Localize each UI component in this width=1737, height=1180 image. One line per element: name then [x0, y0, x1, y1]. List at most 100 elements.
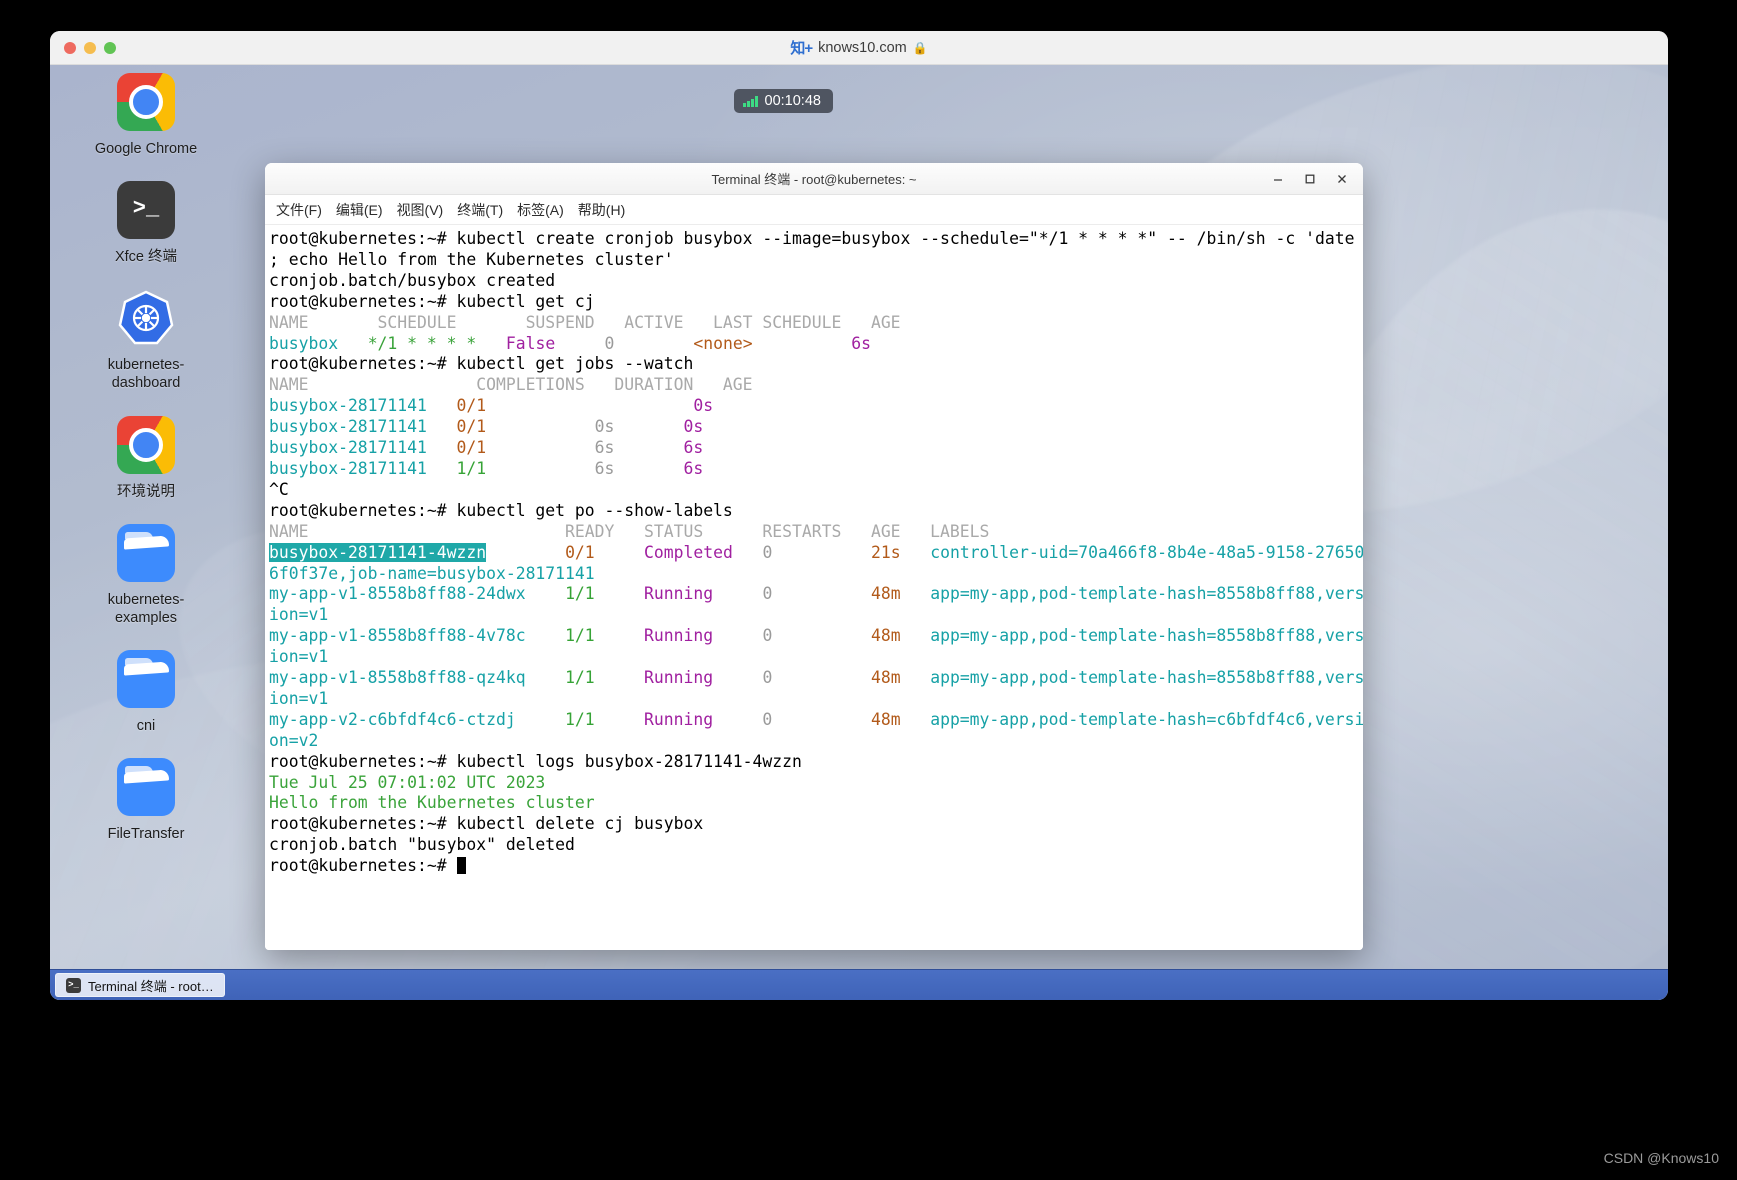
terminal-segment — [772, 584, 871, 603]
desktop-icon-google-chrome[interactable]: Google Chrome — [66, 73, 226, 158]
terminal-segment: controller-uid=70a466f8-8b4e-48a5-9158-2… — [930, 542, 1363, 562]
terminal-segment — [772, 626, 871, 645]
desktop-icon-label: FileTransfer — [107, 826, 185, 842]
terminal-segment: my-app-v1-8558b8ff88-qz4kq — [269, 668, 526, 688]
terminal-segment — [901, 668, 931, 687]
terminal-segment: 48m — [871, 626, 901, 646]
terminal-segment — [901, 543, 931, 562]
browser-window: 知+ knows10.com 🔒 00:10:48 Google Chrome … — [50, 31, 1668, 1000]
maximize-window-button[interactable] — [104, 41, 116, 54]
terminal-segment: cronjob.batch "busybox" deleted — [269, 835, 575, 855]
terminal-segment: ion=v1 — [269, 688, 329, 708]
terminal-segment: root@kubernetes:~# kubectl create cronjo… — [269, 229, 1355, 248]
terminal-segment: 0 — [762, 709, 773, 729]
terminal-segment: 1/1 — [565, 668, 595, 688]
terminal-segment — [733, 543, 763, 562]
menu-item-file[interactable]: 文件(F) — [269, 198, 329, 222]
minimize-window-button[interactable] — [84, 41, 96, 54]
terminal-segment — [595, 710, 644, 729]
terminal-segment — [772, 710, 871, 729]
desktop-icon-filetransfer[interactable]: FileTransfer — [66, 758, 226, 843]
menu-item-tabs[interactable]: 标签(A) — [510, 198, 571, 222]
terminal-segment — [901, 710, 931, 729]
terminal-segment: 21s — [871, 542, 901, 562]
terminal-segment: 6f0f37e,job-name=busybox-28171141 — [269, 563, 595, 583]
close-window-button[interactable] — [64, 41, 76, 54]
terminal-segment — [486, 543, 565, 562]
desktop-icon-cni[interactable]: cni — [66, 649, 226, 735]
desktop-icon-kubernetes-dashboard[interactable]: kubernetes-dashboard — [66, 289, 226, 392]
terminal-segment: 48m — [871, 584, 901, 604]
terminal-segment: 0s — [594, 417, 615, 437]
terminal-segment — [614, 459, 683, 478]
chrome-icon — [117, 415, 175, 474]
terminal-segment — [713, 710, 762, 729]
desktop-icon-xfce-terminal[interactable]: >_ Xfce 终端 — [66, 181, 226, 266]
terminal-output-area[interactable]: root@kubernetes:~# kubectl create cronjo… — [265, 225, 1363, 950]
terminal-segment — [614, 334, 693, 353]
desktop-icon-huanjing-shuoming[interactable]: 环境说明 — [66, 415, 226, 501]
terminal-window-controls — [1263, 163, 1357, 195]
minimize-button[interactable] — [1263, 165, 1293, 193]
chrome-icon — [117, 73, 175, 131]
terminal-segment: 0s — [683, 417, 704, 437]
kubernetes-icon — [117, 289, 175, 347]
terminal-segment: <none> — [693, 333, 753, 353]
terminal-segment — [772, 668, 871, 687]
terminal-segment: 0 — [604, 333, 615, 353]
close-button[interactable] — [1327, 165, 1357, 193]
terminal-segment: */1 * * * * — [367, 333, 477, 353]
terminal-segment — [595, 543, 644, 562]
signal-bars-icon — [743, 95, 758, 107]
terminal-segment: my-app-v2-c6bfdf4c6-ctzdj — [269, 709, 516, 729]
terminal-segment — [338, 334, 368, 353]
terminal-segment: app=my-app,pod-template-hash=8558b8ff88,… — [930, 668, 1363, 688]
maximize-button[interactable] — [1295, 165, 1325, 193]
terminal-segment: 1/1 — [565, 584, 595, 604]
terminal-segment: 6s — [851, 333, 872, 353]
folder-icon — [117, 523, 175, 582]
taskbar-item-terminal[interactable]: >_ Terminal 终端 - root… — [55, 973, 225, 997]
terminal-segment: 6s — [683, 458, 704, 478]
terminal-segment: cronjob.batch/busybox created — [269, 270, 556, 290]
terminal-segment: 1/1 — [456, 458, 487, 478]
desktop-icon-kubernetes-examples[interactable]: kubernetes-examples — [66, 523, 226, 627]
terminal-segment — [595, 626, 644, 645]
terminal-segment — [555, 334, 604, 353]
terminal-segment: 6s — [683, 438, 704, 458]
terminal-segment: ; echo Hello from the Kubernetes cluster… — [269, 249, 674, 269]
menu-item-edit[interactable]: 编辑(E) — [329, 198, 390, 222]
terminal-segment: 1/1 — [565, 709, 595, 729]
terminal-segment: app=my-app,pod-template-hash=8558b8ff88,… — [930, 584, 1363, 604]
terminal-segment — [476, 334, 506, 353]
terminal-segment: 0/1 — [456, 396, 487, 416]
terminal-segment — [595, 668, 644, 687]
address-bar[interactable]: 知+ knows10.com 🔒 — [50, 31, 1668, 64]
desktop-icon-label: Google Chrome — [94, 141, 198, 157]
terminal-segment — [486, 417, 595, 436]
terminal-menubar: 文件(F) 编辑(E) 视图(V) 终端(T) 标签(A) 帮助(H) — [265, 195, 1363, 225]
menu-item-view[interactable]: 视图(V) — [390, 198, 451, 222]
terminal-segment: root@kubernetes:~# kubectl get cj — [269, 291, 595, 311]
terminal-segment: my-app-v1-8558b8ff88-4v78c — [269, 626, 526, 646]
terminal-segment: Hello from the Kubernetes cluster — [269, 793, 595, 813]
terminal-titlebar[interactable]: Terminal 终端 - root@kubernetes: ~ — [265, 163, 1363, 195]
menu-item-terminal[interactable]: 终端(T) — [450, 198, 510, 222]
terminal-segment: Running — [644, 626, 714, 646]
terminal-segment: root@kubernetes:~# — [269, 856, 457, 876]
terminal-segment — [614, 417, 683, 436]
taskbar: >_ Terminal 终端 - root… — [50, 969, 1668, 1000]
terminal-icon: >_ — [117, 181, 175, 240]
terminal-segment: NAME READY STATUS RESTARTS AGE LABELS — [269, 521, 990, 541]
terminal-segment: 0 — [762, 584, 773, 604]
terminal-segment: root@kubernetes:~# kubectl delete cj bus… — [269, 814, 704, 834]
terminal-segment — [713, 626, 762, 645]
terminal-segment: 0 — [762, 542, 773, 562]
terminal-segment — [614, 438, 683, 457]
terminal-segment: busybox-28171141 — [269, 417, 427, 437]
terminal-window: Terminal 终端 - root@kubernetes: ~ 文件(F) 编… — [265, 163, 1363, 950]
menu-item-help[interactable]: 帮助(H) — [571, 198, 632, 222]
terminal-segment: my-app-v1-8558b8ff88-24dwx — [269, 584, 526, 604]
terminal-segment: 48m — [871, 668, 901, 688]
lock-icon: 🔒 — [912, 40, 928, 55]
